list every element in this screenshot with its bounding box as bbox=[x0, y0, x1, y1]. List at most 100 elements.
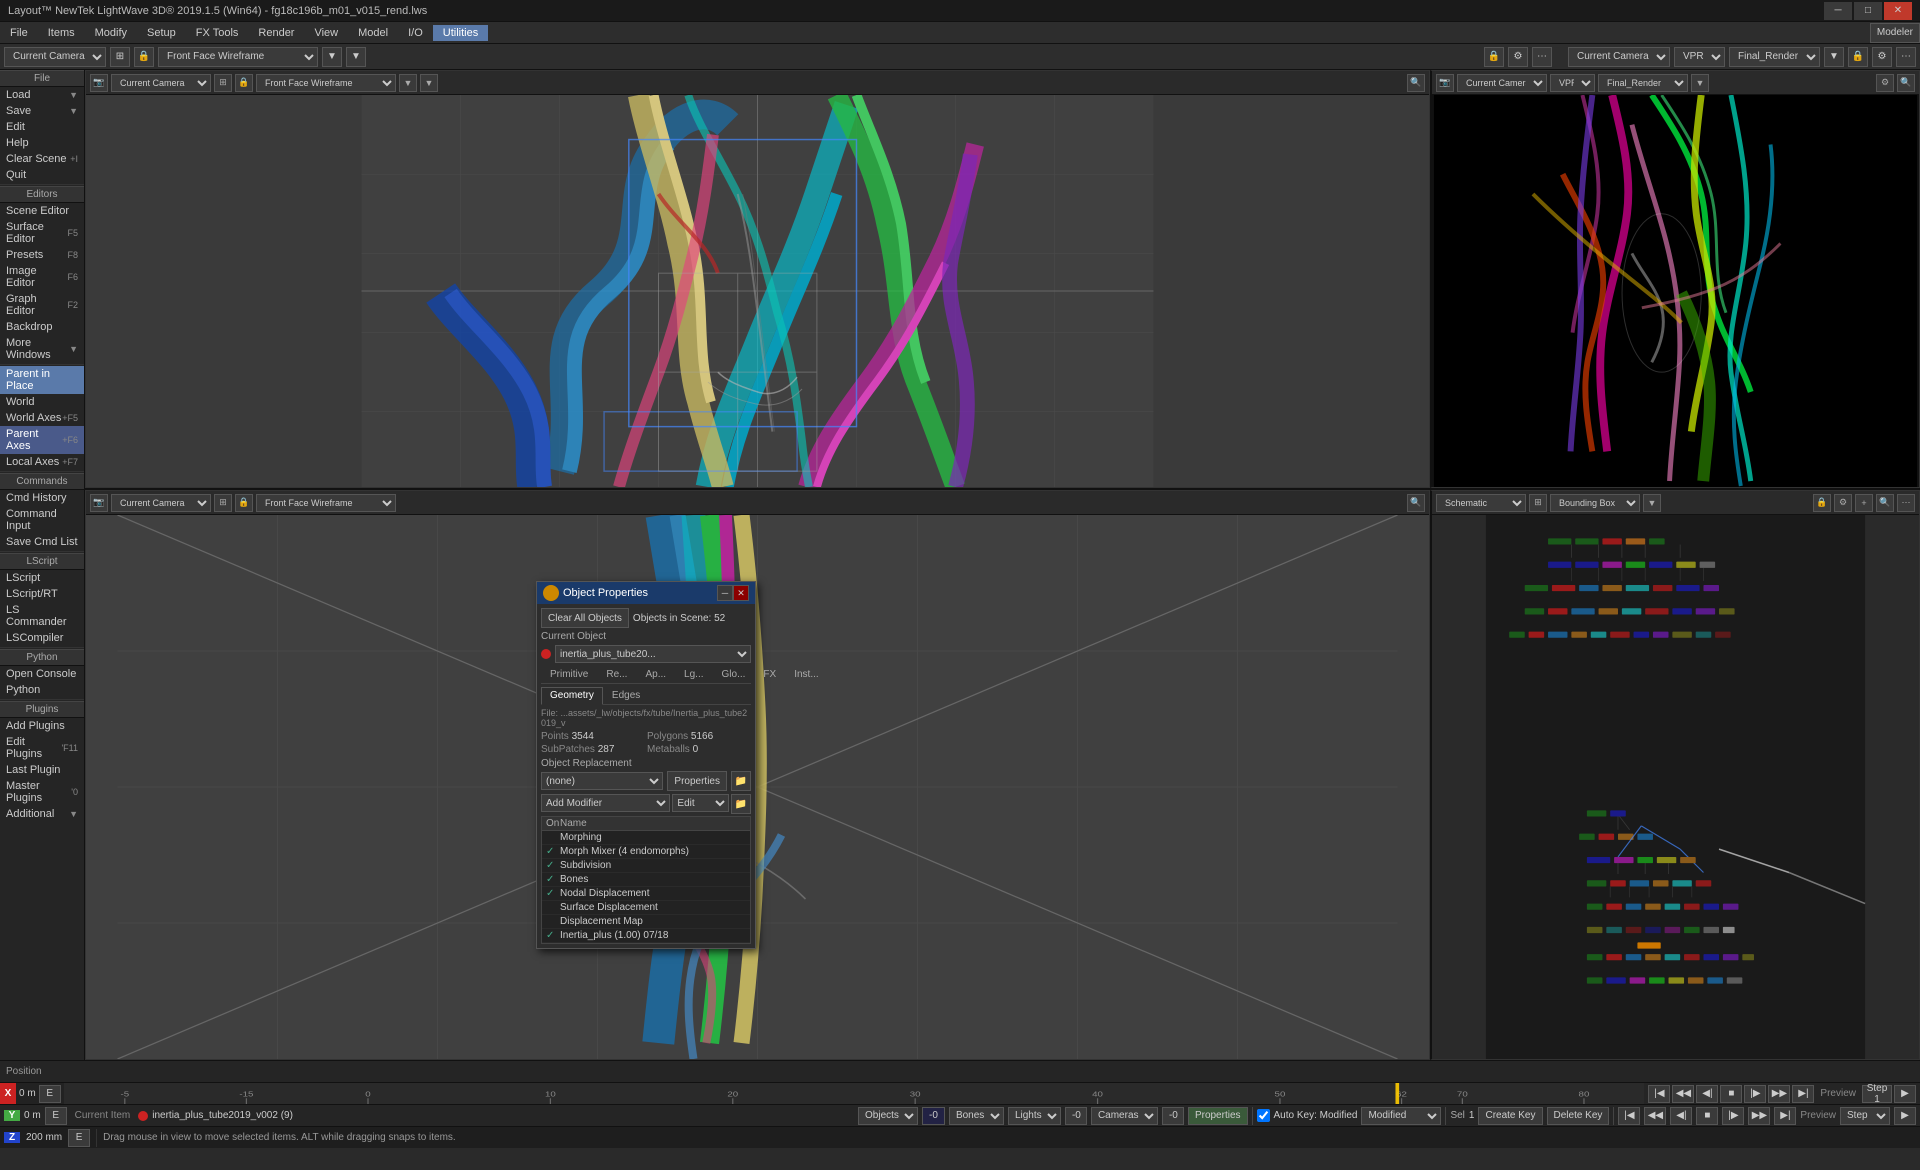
next-frame-button[interactable]: ▶| bbox=[1792, 1085, 1814, 1103]
objects-type-toggle[interactable]: -0 bbox=[922, 1107, 945, 1125]
add-modifier-select[interactable]: Add Modifier bbox=[541, 794, 670, 812]
camera-toggle-icon[interactable]: ⊞ bbox=[110, 47, 130, 67]
modifier-folder-button[interactable]: 📁 bbox=[731, 794, 751, 814]
viewport-bottom-main[interactable]: 📷 Current Camera ⊞ 🔒 Front Face Wirefram… bbox=[85, 490, 1430, 1060]
vp-right-zoom[interactable]: 🔍 bbox=[1897, 74, 1915, 92]
tab-lg[interactable]: Lg... bbox=[675, 666, 712, 683]
cameras-toggle[interactable]: -0 bbox=[1162, 1107, 1184, 1125]
tab-fx[interactable]: FX bbox=[754, 666, 785, 683]
tab-inst[interactable]: Inst... bbox=[785, 666, 827, 683]
end-right-button[interactable]: ▶| bbox=[1774, 1107, 1796, 1125]
vp-right-dropdown[interactable]: ▼ bbox=[1691, 74, 1709, 92]
menu-io[interactable]: I/O bbox=[398, 25, 433, 41]
render-extra-icon[interactable]: ⋯ bbox=[1896, 47, 1916, 67]
tab-ap[interactable]: Ap... bbox=[636, 666, 675, 683]
timeline[interactable]: X 0 m E -5 -15 0 10 20 30 40 50 62 70 80 bbox=[0, 1082, 1920, 1104]
vp-bottom-grid-icon[interactable]: ⊞ bbox=[214, 494, 232, 512]
camera-select-left[interactable]: Current Camera bbox=[4, 47, 106, 67]
sidebar-lscompiler[interactable]: LSCompiler bbox=[0, 630, 84, 646]
sidebar-edit[interactable]: Edit bbox=[0, 119, 84, 135]
vp-left-grid-icon[interactable]: ⊞ bbox=[214, 74, 232, 92]
modifier-row-nodal-displacement[interactable]: ✓ Nodal Displacement bbox=[542, 887, 750, 901]
sidebar-local-axes[interactable]: Local Axes +F7 bbox=[0, 454, 84, 470]
modifier-row-subdivision[interactable]: ✓ Subdivision bbox=[542, 859, 750, 873]
sidebar-quit[interactable]: Quit bbox=[0, 167, 84, 183]
z-e-button[interactable]: E bbox=[68, 1129, 90, 1147]
prev-frame-button2[interactable]: ◀| bbox=[1670, 1107, 1692, 1125]
sidebar-clear-scene[interactable]: Clear Scene +I bbox=[0, 151, 84, 167]
delete-key-button[interactable]: Delete Key bbox=[1547, 1107, 1610, 1125]
render-dropdown-icon[interactable]: ▼ bbox=[1824, 47, 1844, 67]
next-frame-button2[interactable]: |▶ bbox=[1722, 1107, 1744, 1125]
menu-modify[interactable]: Modify bbox=[85, 25, 137, 41]
play-realtime[interactable]: ▶ bbox=[1894, 1085, 1916, 1103]
sidebar-presets[interactable]: Presets F8 bbox=[0, 247, 84, 263]
sidebar-edit-plugins[interactable]: Edit Plugins 'F11 bbox=[0, 734, 84, 762]
vp-left-view-select[interactable]: Front Face Wireframe bbox=[256, 74, 396, 92]
render-settings-icon[interactable]: ⚙ bbox=[1872, 47, 1892, 67]
modifier-row-morph-mixer[interactable]: ✓ Morph Mixer (4 endomorphs) bbox=[542, 845, 750, 859]
vp-settings-icon[interactable]: ⚙ bbox=[1508, 47, 1528, 67]
menu-model[interactable]: Model bbox=[348, 25, 398, 41]
vp-bottom-view-select[interactable]: Front Face Wireframe bbox=[256, 494, 396, 512]
modifier-row-inertia[interactable]: ✓ Inertia_plus (1.00) 07/18 bbox=[542, 929, 750, 943]
end-left-button[interactable]: |◀ bbox=[1618, 1107, 1640, 1125]
sidebar-master-plugins[interactable]: Master Plugins '0 bbox=[0, 778, 84, 806]
lights-select[interactable]: Lights bbox=[1008, 1107, 1061, 1125]
bounding-box-dropdown[interactable]: ▼ bbox=[1643, 494, 1661, 512]
sidebar-world[interactable]: World bbox=[0, 394, 84, 410]
step-forward-button[interactable]: |▶ bbox=[1744, 1085, 1766, 1103]
vp-bottom-zoom[interactable]: 🔍 bbox=[1407, 494, 1425, 512]
play-back-button[interactable]: ◀◀ bbox=[1672, 1085, 1694, 1103]
sidebar-add-plugins[interactable]: Add Plugins bbox=[0, 718, 84, 734]
dialog-title-bar[interactable]: Object Properties ─ ✕ bbox=[537, 582, 755, 604]
tab-edges[interactable]: Edges bbox=[603, 687, 649, 704]
close-button[interactable]: ✕ bbox=[1884, 2, 1912, 20]
sidebar-image-editor[interactable]: Image Editor F6 bbox=[0, 263, 84, 291]
modifier-row-surface-displacement[interactable]: Surface Displacement bbox=[542, 901, 750, 915]
camera-lock-icon[interactable]: 🔒 bbox=[134, 47, 154, 67]
tab-glo[interactable]: Glo... bbox=[713, 666, 755, 683]
create-key-button[interactable]: Create Key bbox=[1478, 1107, 1542, 1125]
prev-frame-button[interactable]: |◀ bbox=[1648, 1085, 1670, 1103]
vp-left-canvas[interactable] bbox=[86, 95, 1429, 487]
schematic-settings[interactable]: ⚙ bbox=[1834, 494, 1852, 512]
lights-toggle[interactable]: -0 bbox=[1065, 1107, 1087, 1125]
menu-items[interactable]: Items bbox=[38, 25, 85, 41]
view-mode-select-left[interactable]: Front Face Wireframe bbox=[158, 47, 318, 67]
sidebar-lscript-rt[interactable]: LScript/RT bbox=[0, 586, 84, 602]
bones-select[interactable]: Bones bbox=[949, 1107, 1004, 1125]
sidebar-surface-editor[interactable]: Surface Editor F5 bbox=[0, 219, 84, 247]
tab-primitive[interactable]: Primitive bbox=[541, 666, 597, 683]
replacement-folder-button[interactable]: 📁 bbox=[731, 771, 751, 791]
sidebar-help[interactable]: Help bbox=[0, 135, 84, 151]
vp-left-zoom[interactable]: 🔍 bbox=[1407, 74, 1425, 92]
schematic-extra2[interactable]: 🔍 bbox=[1876, 494, 1894, 512]
sidebar-parent-axes[interactable]: Parent Axes +F6 bbox=[0, 426, 84, 454]
sidebar-command-input[interactable]: Command Input bbox=[0, 506, 84, 534]
menu-setup[interactable]: Setup bbox=[137, 25, 186, 41]
auto-key-mode-select[interactable]: Modified bbox=[1361, 1107, 1441, 1125]
schematic-toggle[interactable]: ⊞ bbox=[1529, 494, 1547, 512]
timeline-track[interactable]: -5 -15 0 10 20 30 40 50 62 70 80 bbox=[64, 1083, 1645, 1104]
stop-button2[interactable]: ■ bbox=[1696, 1107, 1718, 1125]
step-select[interactable]: Step 1 bbox=[1840, 1107, 1890, 1125]
menu-utilities[interactable]: Utilities bbox=[433, 25, 488, 41]
sidebar-save-cmd-list[interactable]: Save Cmd List bbox=[0, 534, 84, 550]
render-lock-icon[interactable]: 🔒 bbox=[1848, 47, 1868, 67]
sidebar-save[interactable]: Save ▼ bbox=[0, 103, 84, 119]
viewport-schematic[interactable]: Schematic ⊞ Bounding Box ▼ 🔒 ⚙ + 🔍 ⋯ bbox=[1430, 490, 1920, 1060]
x-e-button[interactable]: E bbox=[39, 1085, 61, 1103]
sidebar-parent-in-place[interactable]: Parent in Place bbox=[0, 366, 84, 394]
properties-button[interactable]: Properties bbox=[1188, 1107, 1248, 1125]
camera-select-right[interactable]: Current Camera bbox=[1568, 47, 1670, 67]
vp-right-canvas[interactable] bbox=[1432, 95, 1919, 487]
schematic-canvas[interactable] bbox=[1432, 515, 1919, 1059]
viewport-3d-main[interactable]: 📷 Current Camera ⊞ 🔒 Front Face Wirefram… bbox=[85, 70, 1430, 488]
schematic-mode-select[interactable]: Schematic bbox=[1436, 494, 1526, 512]
sidebar-more-windows[interactable]: More Windows ▼ bbox=[0, 335, 84, 363]
sidebar-last-plugin[interactable]: Last Plugin bbox=[0, 762, 84, 778]
schematic-lock[interactable]: 🔒 bbox=[1813, 494, 1831, 512]
cameras-select[interactable]: Cameras bbox=[1091, 1107, 1158, 1125]
vp-bottom-lock-icon[interactable]: 🔒 bbox=[235, 494, 253, 512]
